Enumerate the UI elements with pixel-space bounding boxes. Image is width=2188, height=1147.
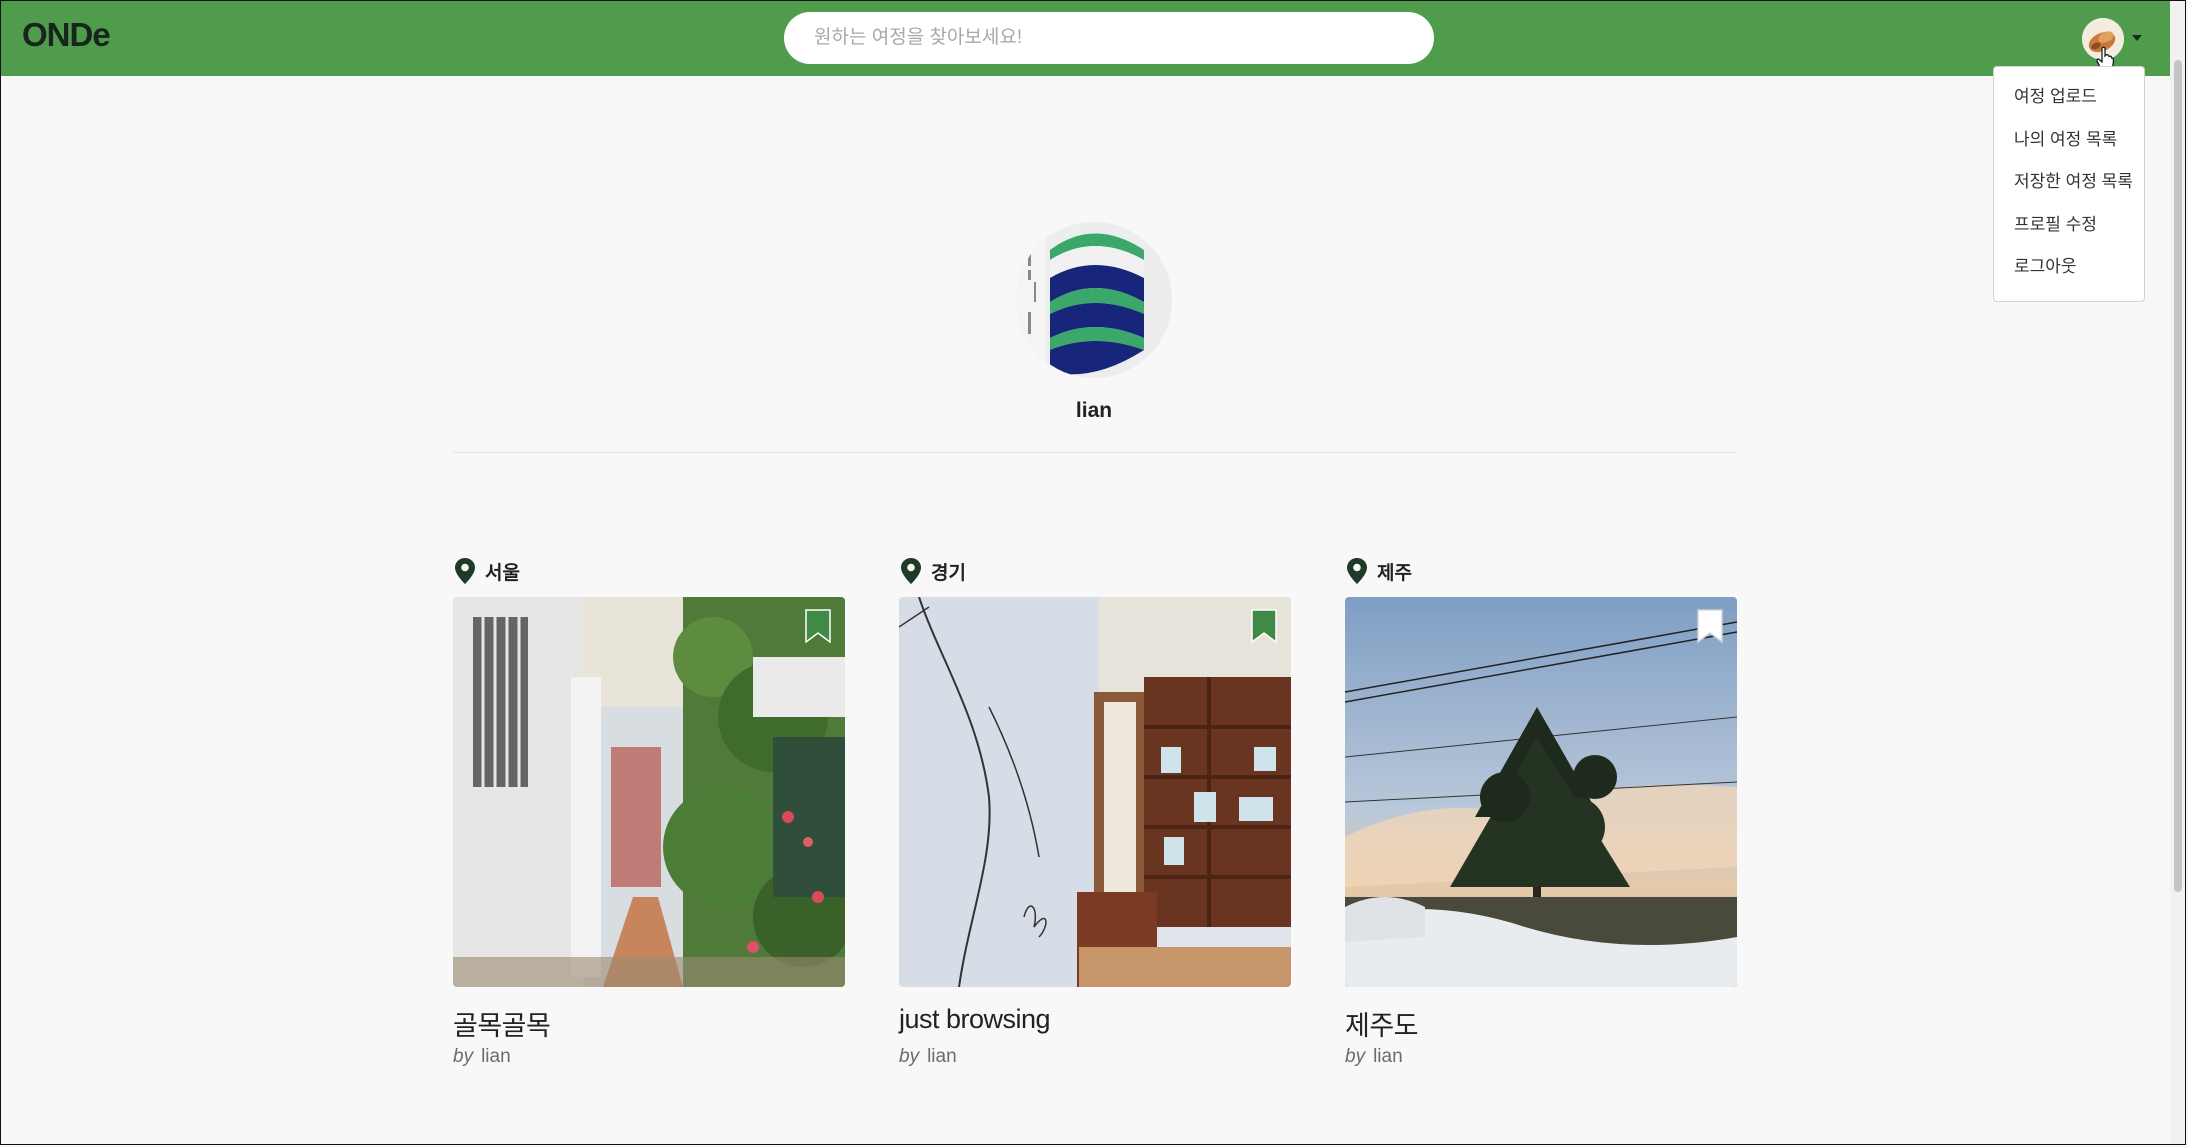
by-label: by	[1345, 1046, 1366, 1067]
by-label: by	[899, 1046, 920, 1067]
post-author: by lian	[453, 1046, 511, 1068]
post-image[interactable]	[453, 597, 845, 987]
post-title[interactable]: just browsing	[899, 1004, 1051, 1035]
post-author: by lian	[1345, 1046, 1403, 1068]
bookmark-icon[interactable]	[1697, 609, 1723, 643]
menu-item-upload[interactable]: 여정 업로드	[1994, 82, 2144, 125]
scrollbar-thumb[interactable]	[2174, 60, 2182, 892]
caret-down-icon[interactable]	[2132, 35, 2142, 41]
top-header: ONDe	[0, 0, 2170, 76]
post-card[interactable]: 서울 골목골목 by lian	[453, 556, 845, 1076]
map-pin-icon	[901, 558, 921, 584]
search-input[interactable]	[784, 12, 1434, 64]
menu-item-logout[interactable]: 로그아웃	[1994, 252, 2144, 295]
post-image[interactable]	[899, 597, 1291, 987]
bookmark-icon[interactable]	[805, 609, 831, 643]
profile-avatar	[1016, 222, 1172, 378]
logo[interactable]: ONDe	[22, 16, 111, 54]
profile-username: lian	[1075, 399, 1113, 422]
post-location: 서울	[455, 556, 520, 586]
post-title[interactable]: 제주도	[1345, 1004, 1419, 1043]
menu-item-edit-profile[interactable]: 프로필 수정	[1994, 210, 2144, 253]
bookmark-icon[interactable]	[1251, 609, 1277, 643]
post-author: by lian	[899, 1046, 957, 1068]
post-card[interactable]: 경기 just browsing by lian	[899, 556, 1291, 1076]
author-name[interactable]: lian	[1373, 1046, 1403, 1067]
user-dropdown-menu: 여정 업로드 나의 여정 목록 저장한 여정 목록 프로필 수정 로그아웃	[1993, 66, 2145, 302]
map-pin-icon	[1347, 558, 1367, 584]
author-name[interactable]: lian	[481, 1046, 511, 1067]
post-location: 경기	[901, 556, 966, 586]
map-pin-icon	[455, 558, 475, 584]
by-label: by	[453, 1046, 474, 1067]
location-label: 제주	[1377, 562, 1412, 584]
post-location: 제주	[1347, 556, 1412, 586]
location-label: 서울	[485, 562, 520, 584]
menu-item-saved-trips[interactable]: 저장한 여정 목록	[1994, 167, 2144, 210]
post-card[interactable]: 제주 제주도 by lian	[1345, 556, 1737, 1076]
location-label: 경기	[931, 562, 966, 584]
menu-item-my-trips[interactable]: 나의 여정 목록	[1994, 125, 2144, 168]
profile-divider	[453, 452, 1736, 453]
post-title[interactable]: 골목골목	[453, 1004, 551, 1043]
author-name[interactable]: lian	[927, 1046, 957, 1067]
post-image[interactable]	[1345, 597, 1737, 987]
